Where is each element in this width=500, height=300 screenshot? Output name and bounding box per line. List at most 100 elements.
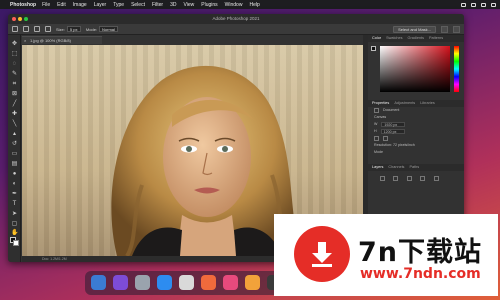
tab-color[interactable]: Color [372, 35, 381, 42]
battery-icon[interactable] [461, 2, 466, 7]
dock-app-finder-icon[interactable] [91, 275, 106, 290]
window-title: Adobe Photoshop 2021 [212, 16, 260, 21]
layer-link-icon[interactable] [406, 176, 412, 181]
tab-layers[interactable]: Layers [372, 164, 383, 171]
landscape-orientation-icon[interactable] [383, 136, 388, 141]
eraser-tool-icon[interactable]: ▭ [11, 151, 18, 158]
menu-image[interactable]: Image [73, 2, 87, 8]
tab-swatches[interactable]: Swatches [386, 35, 402, 42]
tab-properties[interactable]: Properties [372, 100, 389, 107]
layers-panel-tabs: Layers Channels Paths [368, 164, 464, 171]
crop-tool-icon[interactable]: ⌗ [11, 81, 18, 88]
canvas-heading: Canvas [374, 115, 387, 119]
healing-brush-tool-icon[interactable]: ✚ [11, 111, 18, 118]
tab-paths[interactable]: Paths [409, 164, 419, 171]
move-tool-icon[interactable]: ✥ [11, 41, 18, 48]
document-icon [374, 108, 379, 113]
portrait-orientation-icon[interactable] [374, 136, 379, 141]
marquee-tool-icon[interactable]: ⬚ [11, 51, 18, 58]
resolution-text: Resolution: 72 pixels/inch [374, 143, 415, 147]
dock-app-safari-icon[interactable] [157, 275, 172, 290]
history-brush-tool-icon[interactable]: ↺ [11, 141, 18, 148]
color-picker [371, 44, 461, 94]
hue-slider[interactable] [454, 46, 459, 92]
watermark-title: 7n下载站 [358, 237, 483, 268]
menu-layer[interactable]: Layer [94, 2, 107, 8]
add-selection-icon[interactable] [45, 26, 51, 32]
menu-3d[interactable]: 3D [170, 2, 176, 8]
color-field[interactable] [380, 46, 450, 92]
document-tab[interactable]: × 1.jpg @ 100% (RGB/8) [22, 36, 102, 44]
dodge-tool-icon[interactable]: ◐ [11, 181, 18, 188]
macos-menu-bar: Photoshop File Edit Image Layer Type Sel… [0, 0, 500, 9]
eyedropper-tool-icon[interactable]: ╱ [11, 101, 18, 108]
menu-app-name[interactable]: Photoshop [10, 2, 36, 8]
search-icon[interactable] [481, 2, 486, 7]
hand-tool-icon[interactable]: ✋ [11, 230, 18, 237]
macos-dock [85, 271, 290, 295]
width-input[interactable]: 1920 px [381, 122, 406, 127]
pen-tool-icon[interactable]: ✒ [11, 191, 18, 198]
orientation-row [368, 135, 464, 142]
width-label: W [374, 122, 378, 126]
workspace-button[interactable] [453, 25, 460, 33]
close-tab-icon[interactable]: × [24, 37, 26, 45]
menu-filter[interactable]: Filter [152, 2, 163, 8]
gradient-tool-icon[interactable]: ▤ [11, 161, 18, 168]
menu-edit[interactable]: Edit [57, 2, 66, 8]
height-label: H [374, 129, 377, 133]
window-title-bar: Adobe Photoshop 2021 [8, 14, 464, 24]
menu-plugins[interactable]: Plugins [201, 2, 217, 8]
layer-lock-icon[interactable] [393, 176, 399, 181]
watermark-banner: 7n下载站 www.7ndn.com [274, 214, 498, 296]
dock-app-mail-icon[interactable] [179, 275, 194, 290]
layer-fx-icon[interactable] [420, 176, 426, 181]
dock-app-photos-icon[interactable] [201, 275, 216, 290]
height-input[interactable]: 1200 px [380, 129, 405, 134]
menu-type[interactable]: Type [113, 2, 124, 8]
size-field: Size: 5 px [56, 26, 81, 32]
dock-app-music-icon[interactable] [223, 275, 238, 290]
menu-select[interactable]: Select [131, 2, 145, 8]
quick-select-tool-icon[interactable]: ✎ [11, 71, 18, 78]
tab-adjustments[interactable]: Adjustments [394, 100, 415, 107]
tab-patterns[interactable]: Patterns [429, 35, 443, 42]
dock-app-pages-icon[interactable] [245, 275, 260, 290]
selection-tool-icon[interactable] [23, 26, 29, 32]
size-label: Size: [56, 26, 65, 32]
mode-select[interactable]: Normal [99, 26, 118, 32]
lasso-tool-icon[interactable]: ◌ [11, 61, 18, 68]
blur-tool-icon[interactable]: ● [11, 171, 18, 178]
menu-view[interactable]: View [184, 2, 195, 8]
shape-tool-icon[interactable]: ▢ [11, 221, 18, 228]
wifi-icon[interactable] [471, 2, 476, 7]
frame-tool-icon[interactable]: ⊠ [11, 91, 18, 98]
background-color-swatch[interactable] [13, 240, 19, 246]
color-panel-tabs: Color Swatches Gradients Patterns [368, 35, 464, 42]
layer-filter-icon[interactable] [380, 176, 385, 181]
search-tool-button[interactable] [441, 25, 448, 33]
width-row: W 1920 px [368, 121, 464, 128]
dock-app-launchpad-icon[interactable] [135, 275, 150, 290]
height-row: H 1200 px [368, 128, 464, 135]
brush-tool-icon[interactable]: ╲ [11, 121, 18, 128]
home-icon[interactable] [12, 26, 18, 32]
path-select-tool-icon[interactable]: ➤ [11, 211, 18, 218]
size-input[interactable]: 5 px [66, 26, 81, 32]
tab-channels[interactable]: Channels [388, 164, 404, 171]
type-tool-icon[interactable]: T [11, 201, 18, 208]
menu-file[interactable]: File [42, 2, 50, 8]
dock-app-siri-icon[interactable] [113, 275, 128, 290]
layers-toolbar [368, 171, 464, 189]
foreground-color-chip[interactable] [371, 46, 376, 51]
new-selection-icon[interactable] [34, 26, 40, 32]
tab-gradients[interactable]: Gradients [408, 35, 424, 42]
menu-window[interactable]: Window [225, 2, 243, 8]
menu-help[interactable]: Help [249, 2, 259, 8]
control-center-icon[interactable] [491, 2, 496, 7]
clone-stamp-tool-icon[interactable]: ▴ [11, 131, 18, 138]
select-and-mask-button[interactable]: Select and Mask... [393, 25, 436, 33]
layer-mask-icon[interactable] [433, 176, 439, 181]
tab-libraries[interactable]: Libraries [420, 100, 435, 107]
document-row: Document [368, 107, 464, 114]
